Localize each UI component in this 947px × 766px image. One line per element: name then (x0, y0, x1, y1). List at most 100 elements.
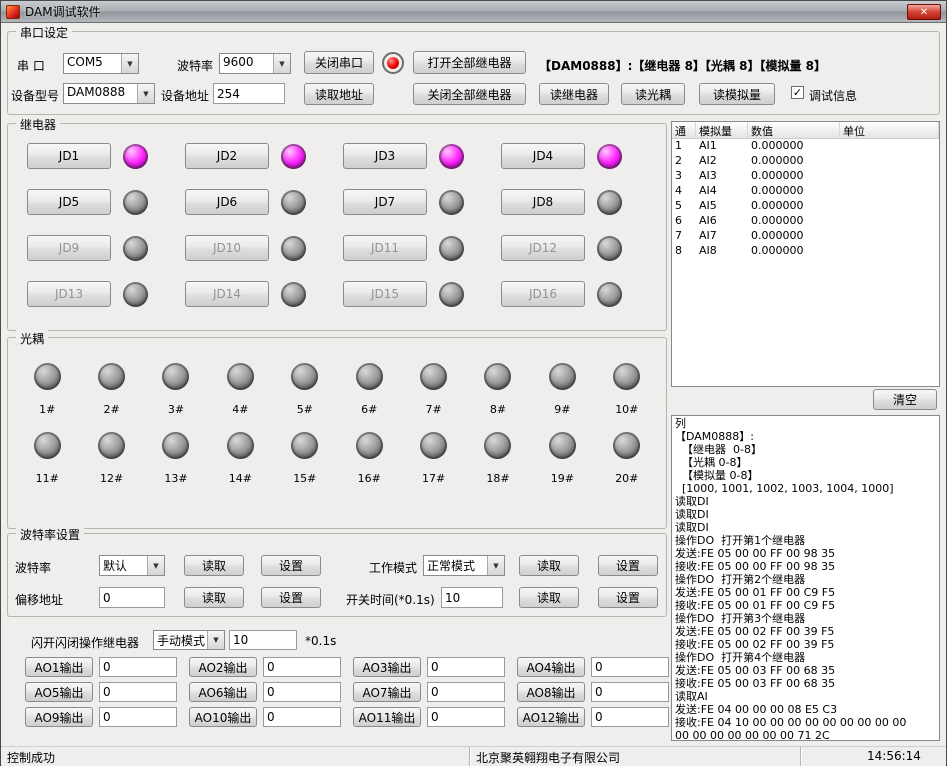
switch-time-read-button[interactable]: 读取 (519, 587, 579, 608)
baudrate-set-button[interactable]: 设置 (261, 555, 321, 576)
switch-time-label: 开关时间(*0.1s) (346, 591, 435, 608)
opto-label: 1# (39, 403, 55, 416)
read-analog-button[interactable]: 读模拟量 (699, 83, 775, 105)
ao-output-input[interactable] (427, 707, 505, 727)
open-all-relays-button[interactable]: 打开全部继电器 (413, 51, 526, 74)
relay-button[interactable]: JD4 (501, 143, 585, 169)
ao-output-input[interactable] (263, 707, 341, 727)
opto-cell: 12# (79, 432, 143, 485)
ao-output-input[interactable] (427, 657, 505, 677)
device-address-label: 设备地址 (161, 87, 209, 104)
log-line: 【继电器 0-8】 (675, 443, 936, 456)
offset-set-button[interactable]: 设置 (261, 587, 321, 608)
relay-button[interactable]: JD15 (343, 281, 427, 307)
opto-led (420, 432, 447, 459)
relay-button[interactable]: JD2 (185, 143, 269, 169)
relay-button[interactable]: JD9 (27, 235, 111, 261)
opto-label: 17# (422, 472, 445, 485)
ao-output-input[interactable] (99, 657, 177, 677)
opto-led (227, 363, 254, 390)
opto-led (162, 363, 189, 390)
relay-button[interactable]: JD16 (501, 281, 585, 307)
ao-output-button[interactable]: AO6输出 (189, 682, 257, 702)
relay-button[interactable]: JD12 (501, 235, 585, 261)
switch-time-set-button[interactable]: 设置 (598, 587, 658, 608)
ao-output-input[interactable] (99, 682, 177, 702)
relay-cell: JD12 (501, 235, 659, 261)
relay-button[interactable]: JD1 (27, 143, 111, 169)
relay-button[interactable]: JD6 (185, 189, 269, 215)
opto-led (549, 432, 576, 459)
flash-time-input[interactable] (229, 630, 297, 650)
flash-mode-select[interactable]: 手动模式 ▼ (153, 630, 225, 650)
switch-time-input[interactable] (441, 587, 503, 608)
relay-button[interactable]: JD14 (185, 281, 269, 307)
work-mode-read-button[interactable]: 读取 (519, 555, 579, 576)
work-mode-select[interactable]: 正常模式 ▼ (423, 555, 505, 576)
opto-label: 15# (293, 472, 316, 485)
log-line: 读取AI (675, 690, 936, 703)
ao-output-input[interactable] (263, 682, 341, 702)
ao-output-button[interactable]: AO7输出 (353, 682, 421, 702)
baudrate-read-button[interactable]: 读取 (184, 555, 244, 576)
relay-button[interactable]: JD3 (343, 143, 427, 169)
col-channel: 通 (672, 122, 696, 138)
opto-cell: 20# (595, 432, 659, 485)
ao-output-input[interactable] (99, 707, 177, 727)
clear-button[interactable]: 清空 (873, 389, 937, 410)
ao-output-button[interactable]: AO10输出 (189, 707, 257, 727)
model-select[interactable]: DAM0888 ▼ (63, 83, 155, 104)
ao-output-button[interactable]: AO8输出 (517, 682, 585, 702)
opto-led (98, 363, 125, 390)
close-icon[interactable]: ✕ (907, 4, 941, 20)
work-mode-set-button[interactable]: 设置 (598, 555, 658, 576)
baudrate-select[interactable]: 默认 ▼ (99, 555, 165, 576)
debug-info-checkbox[interactable] (791, 86, 804, 99)
ao-output-button[interactable]: AO3输出 (353, 657, 421, 677)
relay-led (439, 144, 464, 169)
ao-output-button[interactable]: AO12输出 (517, 707, 585, 727)
ao-output-button[interactable]: AO11输出 (353, 707, 421, 727)
ao-output-button[interactable]: AO9输出 (25, 707, 93, 727)
ao-output-button[interactable]: AO5输出 (25, 682, 93, 702)
baud-select[interactable]: 9600 ▼ (219, 53, 291, 74)
ao-output-input[interactable] (263, 657, 341, 677)
opto-cell: 15# (273, 432, 337, 485)
ao-output-input[interactable] (427, 682, 505, 702)
opto-label: 16# (358, 472, 381, 485)
ao-cell: AO8输出 (517, 682, 669, 702)
table-row: 4 AI4 0.000000 (672, 184, 939, 199)
ao-output-input[interactable] (591, 707, 669, 727)
ao-output-button[interactable]: AO1输出 (25, 657, 93, 677)
read-opto-button[interactable]: 读光耦 (621, 83, 685, 105)
offset-address-input[interactable] (99, 587, 165, 608)
read-relay-button[interactable]: 读继电器 (539, 83, 609, 105)
port-select[interactable]: COM5 ▼ (63, 53, 139, 74)
relay-cell: JD16 (501, 281, 659, 307)
opto-label: 9# (554, 403, 570, 416)
ao-output-input[interactable] (591, 682, 669, 702)
title-bar: DAM调试软件 ✕ (1, 1, 946, 23)
opto-cell: 9# (530, 363, 594, 416)
table-row: 8 AI8 0.000000 (672, 244, 939, 259)
relay-button[interactable]: JD7 (343, 189, 427, 215)
device-address-input[interactable] (213, 83, 285, 104)
ao-output-button[interactable]: AO2输出 (189, 657, 257, 677)
relay-button[interactable]: JD5 (27, 189, 111, 215)
ao-output-button[interactable]: AO4输出 (517, 657, 585, 677)
opto-label: 2# (103, 403, 119, 416)
debug-log[interactable]: 列 【DAM0888】: 【继电器 0-8】 【光耦 0-8】 【模拟量 0-8… (671, 415, 940, 741)
relay-button[interactable]: JD8 (501, 189, 585, 215)
close-serial-button[interactable]: 关闭串口 (304, 51, 374, 74)
opto-led (34, 363, 61, 390)
relay-button[interactable]: JD10 (185, 235, 269, 261)
ao-output-input[interactable] (591, 657, 669, 677)
relay-button[interactable]: JD13 (27, 281, 111, 307)
offset-read-button[interactable]: 读取 (184, 587, 244, 608)
relay-button[interactable]: JD11 (343, 235, 427, 261)
opto-cell: 5# (273, 363, 337, 416)
relay-cell: JD6 (185, 189, 343, 215)
close-all-relays-button[interactable]: 关闭全部继电器 (413, 83, 526, 105)
read-address-button[interactable]: 读取地址 (304, 83, 374, 105)
ao-cell: AO9输出 (25, 707, 177, 727)
